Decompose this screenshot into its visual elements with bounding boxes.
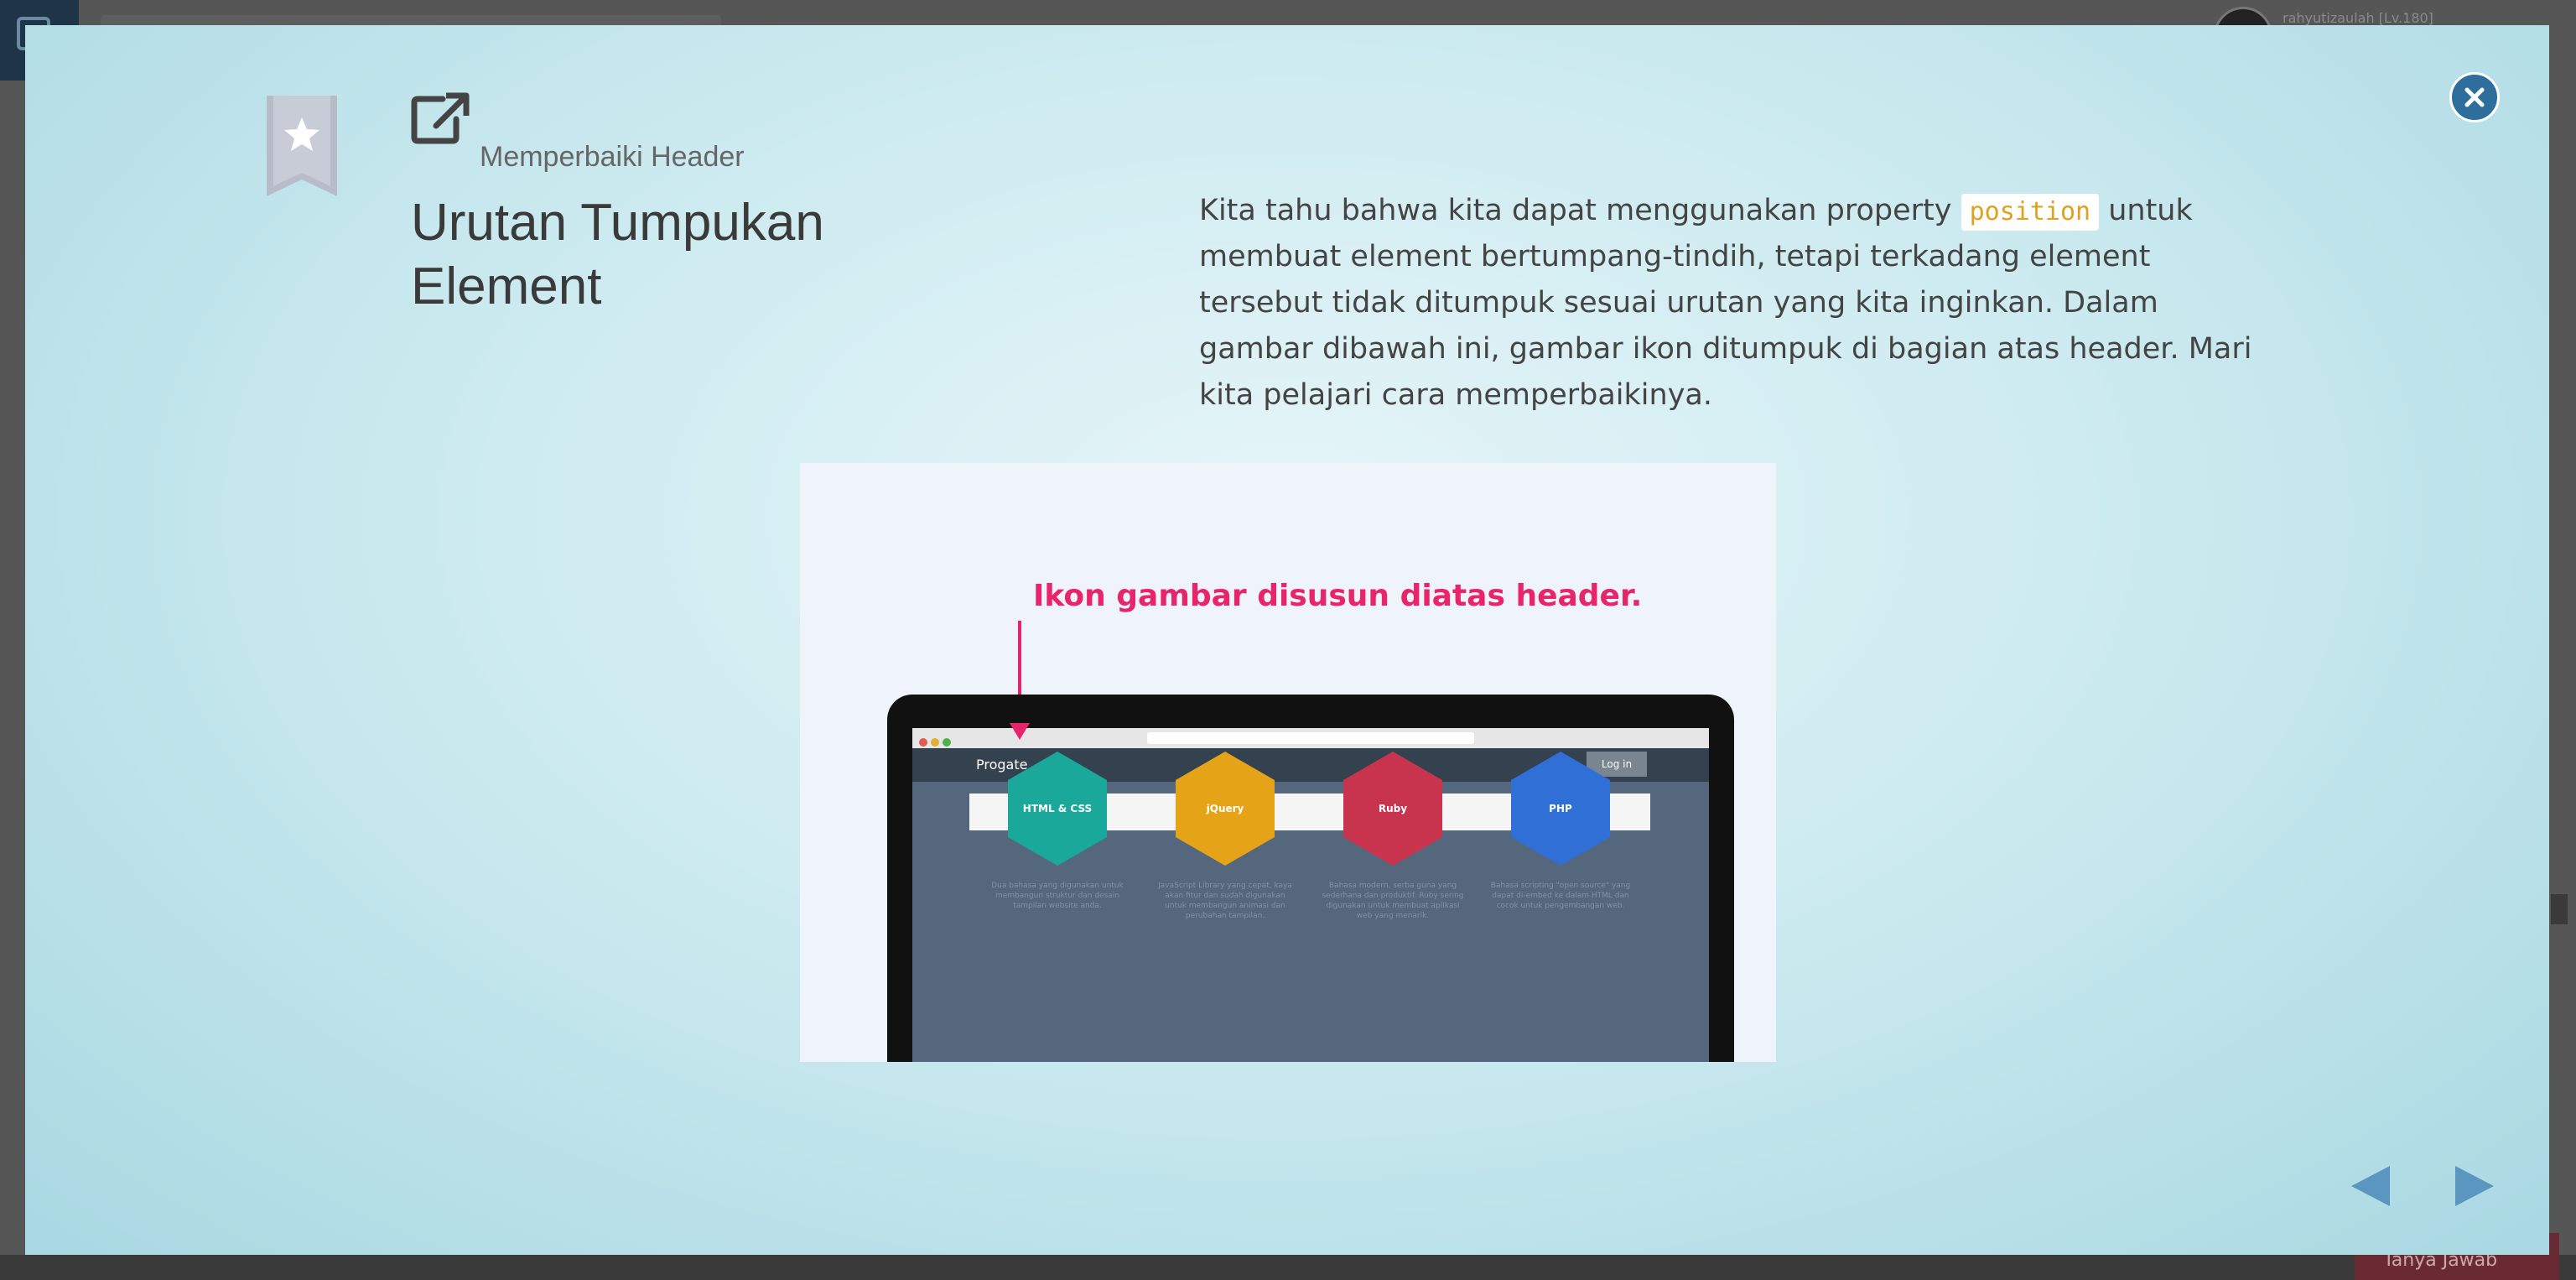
arrow-head [1010,723,1030,740]
site-logo: Progate [976,757,1028,773]
close-icon [2464,87,2485,107]
url-bar [1147,732,1474,744]
close-button[interactable] [2449,72,2500,122]
code-snippet: position [1961,194,2100,231]
course-desc-ruby: Bahasa modern, serba guna yang sederhana… [1322,882,1464,920]
browser-bar [912,728,1709,748]
external-link-icon [411,92,470,144]
laptop-frame: Progate Log in HTML & CSS jQuery Ruby PH… [887,695,1734,1062]
illustration: Ikon gambar disusun diatas header. Proga… [800,463,1776,1062]
lesson-label: Memperbaiki Header [480,141,745,173]
lesson-description: Kita tahu bahwa kita dapat menggunakan p… [1199,188,2256,419]
page-title: Urutan Tumpukan Element [411,194,824,315]
arrow-right-icon[interactable] [2452,1163,2497,1210]
scrollbar-thumb [2551,894,2568,924]
illustration-caption: Ikon gambar disusun diatas header. [1033,579,1643,613]
user-name: rahyutizaulah [Lv.180] [2283,10,2433,26]
star-bookmark-icon[interactable] [267,96,337,196]
bottom-bar [0,1255,2576,1280]
laptop-screen: Progate Log in HTML & CSS jQuery Ruby PH… [912,728,1709,1062]
lesson-modal: Memperbaiki Header Urutan Tumpukan Eleme… [25,25,2549,1255]
course-desc-jquery: JavaScript Library yang cepat, kaya akan… [1158,882,1292,920]
course-desc-html: Dua bahasa yang digunakan untuk membangu… [991,882,1124,910]
course-desc-php: Bahasa scripting "open source" yang dapa… [1490,882,1631,910]
arrow-left-icon[interactable] [2348,1163,2393,1210]
description-text-1: Kita tahu bahwa kita dapat menggunakan p… [1199,194,1961,227]
